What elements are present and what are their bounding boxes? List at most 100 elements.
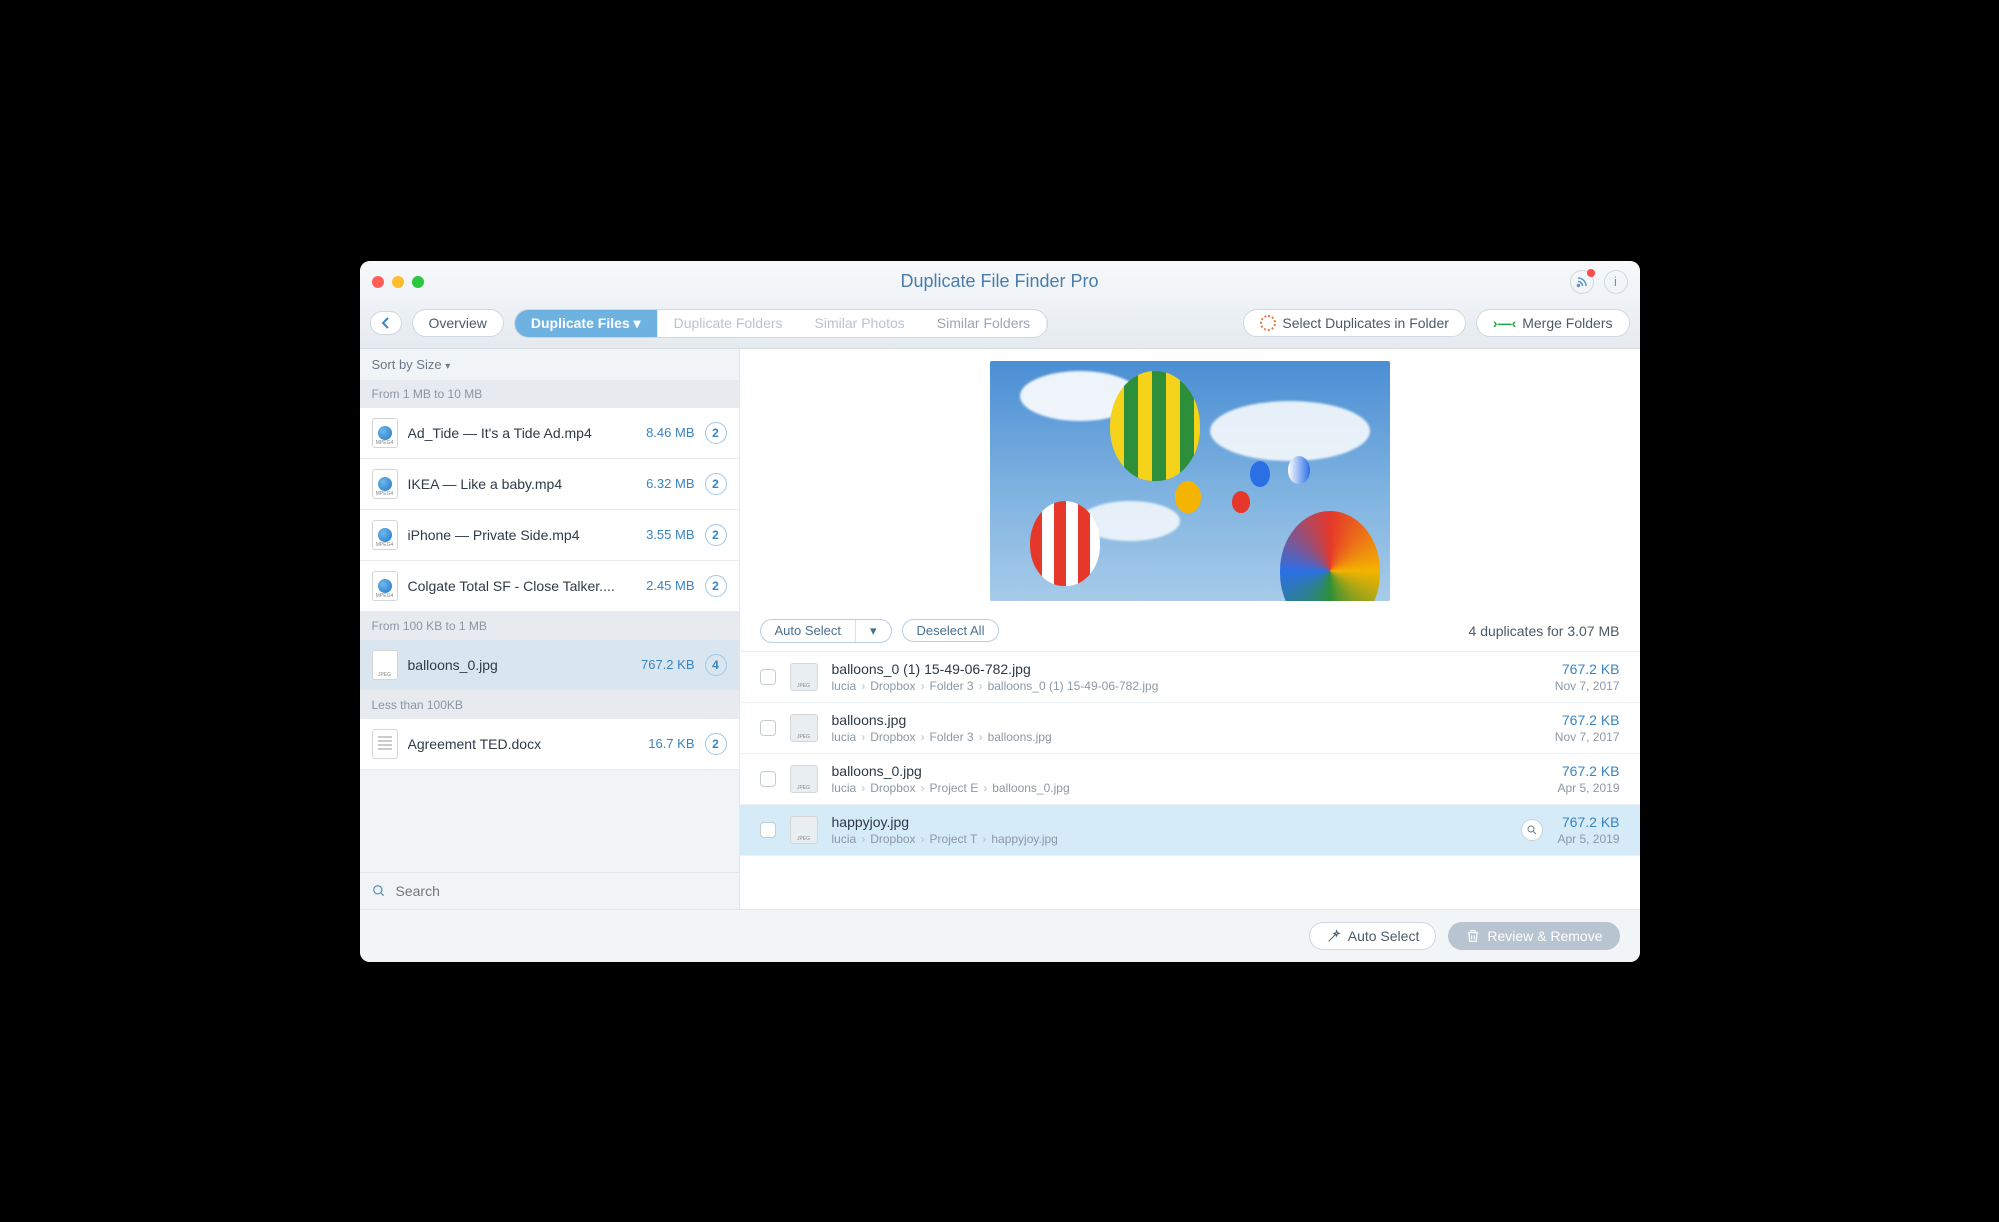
file-row[interactable]: iPhone — Private Side.mp43.55 MB2 [360, 510, 739, 561]
tab-similar-photos[interactable]: Similar Photos [799, 310, 921, 336]
duplicate-meta: 767.2 KBNov 7, 2017 [1555, 712, 1620, 744]
tab-duplicate-folders[interactable]: Duplicate Folders [658, 310, 799, 336]
trash-icon [1465, 928, 1481, 944]
feed-icon[interactable] [1570, 270, 1594, 294]
footer: Auto Select Review & Remove [360, 909, 1640, 962]
duplicate-path: lucia›Dropbox›Project T›happyjoy.jpg [832, 832, 1508, 846]
duplicate-path: lucia›Dropbox›Folder 3›balloons.jpg [832, 730, 1541, 744]
file-name: Colgate Total SF - Close Talker.... [408, 578, 619, 594]
toolbar: Overview Duplicate Files ▾45 MBDuplicate… [360, 303, 1640, 349]
select-checkbox[interactable] [760, 822, 776, 838]
deselect-all-button[interactable]: Deselect All [902, 619, 1000, 642]
group-header: From 1 MB to 10 MB [360, 380, 739, 408]
jpeg-file-icon [372, 650, 398, 680]
duplicate-count: 2 [705, 524, 727, 546]
preview-area [740, 349, 1640, 611]
select-checkbox[interactable] [760, 720, 776, 736]
auto-select-dropdown[interactable]: ▾ [856, 620, 891, 642]
duplicate-date: Nov 7, 2017 [1555, 730, 1620, 744]
main-panel: Auto Select ▾ Deselect All 4 duplicates … [740, 349, 1640, 909]
sort-label: Sort by Size [372, 357, 442, 372]
movie-file-icon [372, 571, 398, 601]
content-area: Sort by Size ▾ From 1 MB to 10 MB Ad_Tide… [360, 349, 1640, 909]
file-list: From 1 MB to 10 MB Ad_Tide — It's a Tide … [360, 380, 739, 872]
file-row[interactable]: Colgate Total SF - Close Talker.... 2.45 … [360, 561, 739, 612]
action-bar: Auto Select ▾ Deselect All 4 duplicates … [740, 611, 1640, 652]
file-size: 767.2 KB [629, 657, 695, 672]
merge-folders-label: Merge Folders [1522, 315, 1612, 331]
movie-file-icon [372, 469, 398, 499]
file-name: balloons_0.jpg [408, 657, 619, 673]
footer-auto-select-label: Auto Select [1348, 928, 1420, 944]
app-window: Duplicate File Finder Pro i Overview Dup… [360, 261, 1640, 962]
select-checkbox[interactable] [760, 669, 776, 685]
file-name: Agreement TED.docx [408, 736, 619, 752]
sort-control[interactable]: Sort by Size ▾ [360, 349, 739, 380]
duplicate-name: balloons_0 (1) 15-49-06-782.jpg [832, 661, 1541, 677]
back-button[interactable] [370, 311, 402, 335]
preview-image [990, 361, 1390, 601]
duplicate-path: lucia›Dropbox›Folder 3›balloons_0 (1) 15… [832, 679, 1541, 693]
duplicate-name: balloons_0.jpg [832, 763, 1544, 779]
duplicate-info: balloons.jpg lucia›Dropbox›Folder 3›ballo… [832, 712, 1541, 744]
search-input[interactable] [396, 883, 727, 899]
target-icon [1260, 315, 1276, 331]
info-icon[interactable]: i [1604, 270, 1628, 294]
file-row[interactable]: balloons_0.jpg767.2 KB4 [360, 640, 739, 691]
duplicate-name: happyjoy.jpg [832, 814, 1508, 830]
duplicate-row[interactable]: balloons.jpg lucia›Dropbox›Folder 3›ballo… [740, 703, 1640, 754]
review-remove-button[interactable]: Review & Remove [1448, 922, 1619, 950]
duplicate-size: 767.2 KB [1555, 661, 1620, 677]
duplicate-info: happyjoy.jpg lucia›Dropbox›Project T›happ… [832, 814, 1508, 846]
duplicate-row[interactable]: happyjoy.jpg lucia›Dropbox›Project T›happ… [740, 805, 1640, 856]
file-size: 8.46 MB [629, 425, 695, 440]
titlebar: Duplicate File Finder Pro i [360, 261, 1640, 303]
select-duplicates-label: Select Duplicates in Folder [1282, 315, 1449, 331]
duplicate-count: 2 [705, 473, 727, 495]
auto-select-button[interactable]: Auto Select [761, 620, 857, 642]
file-row[interactable]: Agreement TED.docx16.7 KB2 [360, 719, 739, 770]
wand-icon [1326, 928, 1342, 944]
file-size: 6.32 MB [629, 476, 695, 491]
duplicate-meta: 767.2 KB Nov 7, 2017 [1555, 661, 1620, 693]
file-row[interactable]: Ad_Tide — It's a Tide Ad.mp48.46 MB2 [360, 408, 739, 459]
duplicate-row[interactable]: balloons_0 (1) 15-49-06-782.jpg lucia›Dro… [740, 652, 1640, 703]
movie-file-icon [372, 418, 398, 448]
duplicate-list: balloons_0 (1) 15-49-06-782.jpg lucia›Dro… [740, 652, 1640, 909]
file-name: Ad_Tide — It's a Tide Ad.mp4 [408, 425, 619, 441]
file-thumbnail [790, 663, 818, 691]
file-thumbnail [790, 816, 818, 844]
duplicate-size: 767.2 KB [1557, 763, 1619, 779]
file-row[interactable]: IKEA — Like a baby.mp46.32 MB2 [360, 459, 739, 510]
tab-similar-folders[interactable]: Similar Folders [921, 310, 1047, 336]
file-thumbnail [790, 765, 818, 793]
duplicates-summary: 4 duplicates for 3.07 MB [1469, 623, 1620, 639]
sidebar: Sort by Size ▾ From 1 MB to 10 MB Ad_Tide… [360, 349, 740, 909]
duplicate-name: balloons.jpg [832, 712, 1541, 728]
chevron-down-icon: ▾ [445, 361, 450, 372]
duplicate-date: Nov 7, 2017 [1555, 679, 1620, 693]
merge-icon: ›—‹ [1493, 315, 1516, 331]
duplicate-info: balloons_0 (1) 15-49-06-782.jpg lucia›Dro… [832, 661, 1541, 693]
file-size: 2.45 MB [629, 578, 695, 593]
select-checkbox[interactable] [760, 771, 776, 787]
duplicate-row[interactable]: balloons_0.jpglucia›Dropbox›Project E›ba… [740, 754, 1640, 805]
reveal-icon[interactable] [1521, 819, 1543, 841]
footer-auto-select-button[interactable]: Auto Select [1309, 922, 1437, 950]
duplicate-count: 2 [705, 733, 727, 755]
group-header: From 100 KB to 1 MB [360, 612, 739, 640]
duplicate-info: balloons_0.jpglucia›Dropbox›Project E›ba… [832, 763, 1544, 795]
search-icon [372, 884, 386, 898]
file-size: 3.55 MB [629, 527, 695, 542]
review-remove-label: Review & Remove [1487, 928, 1602, 944]
tab-duplicate-files[interactable]: Duplicate Files ▾ [515, 310, 658, 337]
overview-button[interactable]: Overview [412, 309, 504, 337]
view-tabs: Duplicate Files ▾45 MBDuplicate FoldersS… [514, 309, 1048, 338]
duplicate-meta: 767.2 KBApr 5, 2019 [1557, 814, 1619, 846]
select-duplicates-button[interactable]: Select Duplicates in Folder [1243, 309, 1466, 337]
duplicate-meta: 767.2 KBApr 5, 2019 [1557, 763, 1619, 795]
duplicate-date: Apr 5, 2019 [1557, 832, 1619, 846]
doc-file-icon [372, 729, 398, 759]
merge-folders-button[interactable]: ›—‹ Merge Folders [1476, 309, 1630, 337]
app-title: Duplicate File Finder Pro [360, 271, 1640, 292]
